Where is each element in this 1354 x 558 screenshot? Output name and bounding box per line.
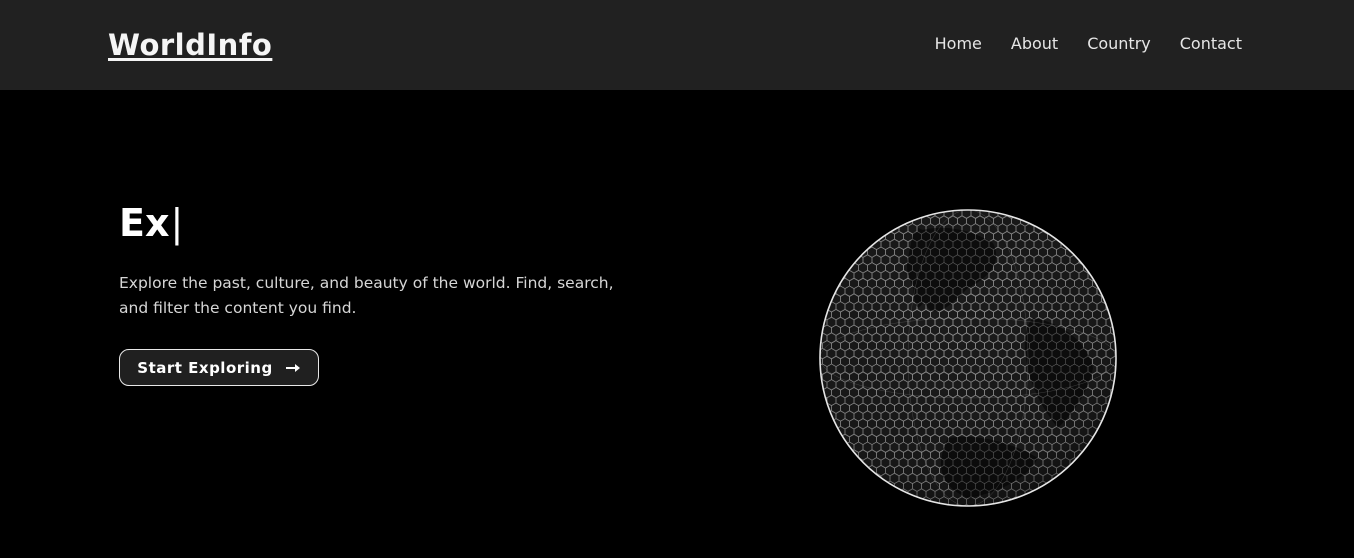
typing-caret: |: [170, 201, 184, 245]
nav-item-home[interactable]: Home: [935, 33, 982, 55]
hero-title: Ex|: [119, 198, 183, 248]
arrow-right-icon: [285, 359, 301, 377]
nav-item-about[interactable]: About: [1011, 33, 1058, 55]
hero-description: Explore the past, culture, and beauty of…: [119, 274, 614, 317]
brand-logo[interactable]: WorldInfo: [108, 26, 272, 64]
start-exploring-button[interactable]: Start Exploring: [119, 349, 319, 386]
hexagon-globe-icon: [818, 208, 1118, 508]
nav-item-country[interactable]: Country: [1087, 33, 1151, 55]
navbar: WorldInfo Home About Country Contact: [0, 0, 1354, 90]
hero-title-text: Ex: [119, 201, 170, 245]
start-exploring-label: Start Exploring: [137, 358, 273, 377]
main-nav: Home About Country Contact: [935, 33, 1242, 55]
nav-item-contact[interactable]: Contact: [1180, 33, 1242, 55]
